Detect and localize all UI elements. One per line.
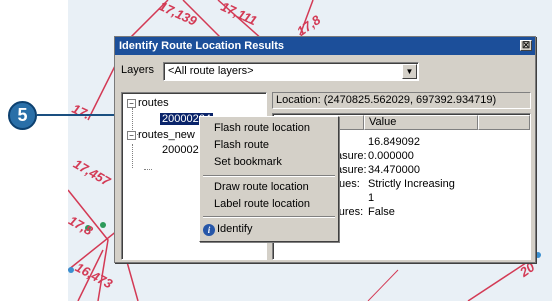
tree-node-label: routes <box>138 97 169 109</box>
layers-value: <All route layers> <box>168 65 254 77</box>
info-icon: i <box>203 224 215 236</box>
callout-number: 5 <box>8 101 37 130</box>
layers-label: Layers <box>121 64 155 76</box>
grid-value-cell: 0.000000 <box>368 150 414 162</box>
grid-field-cell: asure: <box>336 164 367 176</box>
chevron-down-icon[interactable]: ▼ <box>402 64 417 79</box>
layers-dropdown[interactable]: <All route layers> ▼ <box>163 62 419 81</box>
grid-field-cell: ues: <box>339 178 360 190</box>
menu-item-label-route-location[interactable]: Label route location <box>214 198 310 210</box>
menu-item-draw-route-location[interactable]: Draw route location <box>214 181 309 193</box>
menu-separator <box>203 175 335 177</box>
menu-item-set-bookmark[interactable]: Set bookmark <box>214 156 282 168</box>
tree-node-label: routes_new <box>138 129 195 141</box>
grid-value-cell: Strictly Increasing <box>368 178 455 190</box>
context-menu: Flash route location Flash route Set boo… <box>199 116 339 242</box>
tree-node-routes[interactable]: − routes <box>127 97 169 109</box>
grid-value-cell: 34.470000 <box>368 164 420 176</box>
grid-header-value[interactable]: Value <box>364 115 478 130</box>
dialog-title: Identify Route Location Results <box>115 37 535 55</box>
collapse-icon[interactable]: − <box>127 130 136 140</box>
grid-field-cell: asure: <box>336 150 367 162</box>
tree-connector <box>132 144 133 168</box>
close-button[interactable]: ☒ <box>520 40 532 51</box>
tree-connector <box>144 169 152 170</box>
menu-item-flash-route[interactable]: Flash route <box>214 139 269 151</box>
menu-item-identify[interactable]: Identify <box>217 223 252 235</box>
tree-node-routes-new[interactable]: − routes_new <box>127 129 195 141</box>
menu-item-flash-route-location[interactable]: Flash route location <box>214 122 310 134</box>
menu-separator <box>203 216 335 218</box>
grid-header-filler <box>478 115 530 130</box>
grid-value-cell: 1 <box>368 192 375 204</box>
grid-value-cell: False <box>368 206 395 218</box>
collapse-icon[interactable]: − <box>127 98 136 108</box>
grid-value-cell: 16.849092 <box>368 136 420 148</box>
location-readout: Location: (2470825.562029, 697392.934719… <box>272 92 531 109</box>
